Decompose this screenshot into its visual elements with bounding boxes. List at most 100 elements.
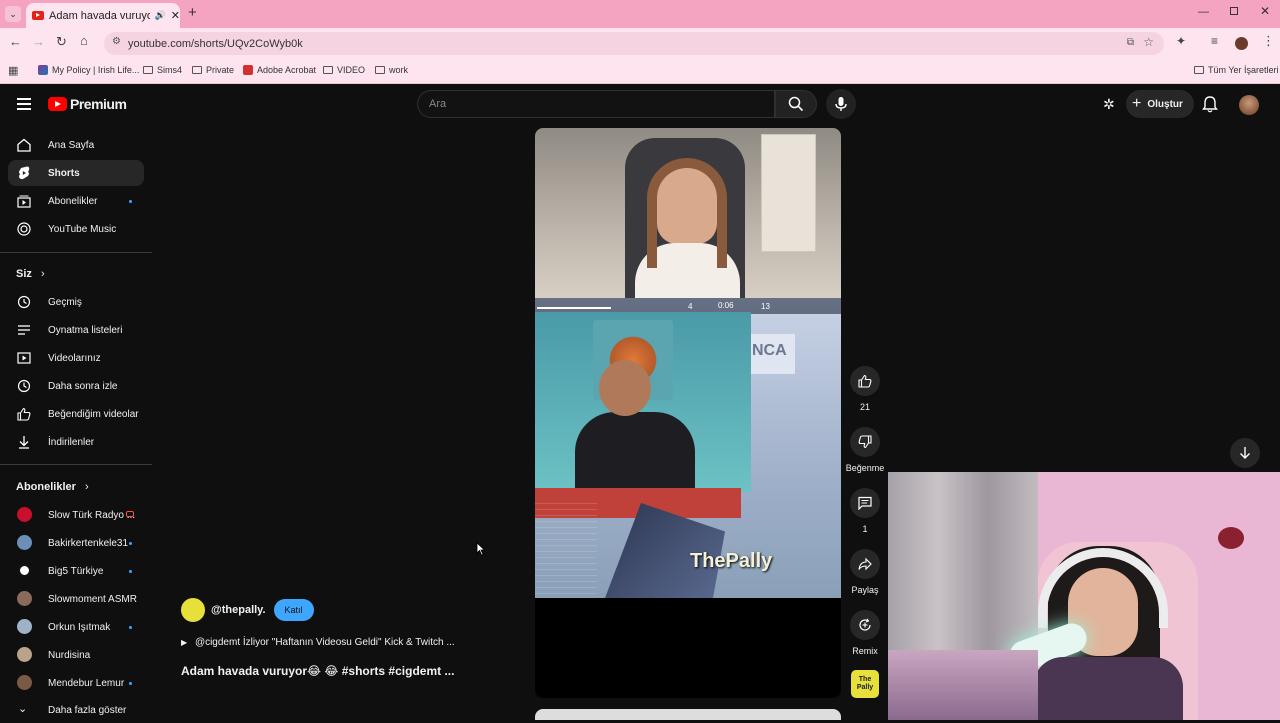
sidebar: Ana Sayfa Shorts Abonelikler YouTube Mus… <box>0 128 152 720</box>
youtube-logo[interactable]: Premium <box>48 96 127 112</box>
reload-icon[interactable]: ↻ <box>56 34 67 50</box>
sidebar-item-label: Daha sonra izle <box>48 380 118 392</box>
sidebar-subscription-channel[interactable]: Nurdisina <box>8 642 144 668</box>
hamburger-menu-icon[interactable] <box>17 98 31 110</box>
sidebar-item-history[interactable]: Geçmiş <box>8 289 144 315</box>
address-bar[interactable]: ⚙ youtube.com/shorts/UQv2CoWyb0k ⧉ ☆ <box>104 32 1164 55</box>
bookmark-item[interactable]: work <box>375 65 408 75</box>
share-button[interactable]: Paylaş <box>845 549 885 595</box>
all-bookmarks[interactable]: Tüm Yer İşaretleri <box>1194 65 1279 75</box>
sidebar-subscription-channel[interactable]: Mendebur Lemur <box>8 670 144 696</box>
channel-avatar <box>17 591 32 606</box>
site-info-icon[interactable]: ⚙ <box>112 36 121 47</box>
sidebar-item-your-videos[interactable]: Videolarınız <box>8 345 144 371</box>
audio-channel-thumbnail[interactable]: The Pally <box>851 670 879 698</box>
playlists-icon <box>18 325 30 335</box>
media-control-icon[interactable]: ≡ <box>1211 34 1218 48</box>
comments-button[interactable]: 1 <box>845 488 885 534</box>
forward-icon[interactable]: → <box>32 34 45 49</box>
install-app-icon[interactable]: ⧉ <box>1127 37 1134 48</box>
short-title[interactable]: Adam havada vuruyor😂 😂 #shorts #cigdemt … <box>181 664 454 678</box>
create-button[interactable]: + Oluştur <box>1126 90 1194 118</box>
join-button[interactable]: Katıl <box>273 599 314 621</box>
home-browser-icon[interactable]: ⌂ <box>80 33 88 48</box>
shelf <box>761 134 816 252</box>
browser-menu-icon[interactable]: ⋮ <box>1262 33 1275 49</box>
channel-handle[interactable]: @thepally. <box>211 604 266 616</box>
profile-avatar[interactable] <box>1235 37 1248 50</box>
new-content-dot <box>129 542 132 545</box>
search-input[interactable]: Ara <box>417 90 775 118</box>
section-title: Abonelikler <box>16 481 76 493</box>
close-window-icon[interactable]: ✕ <box>1260 4 1270 18</box>
bookmark-item[interactable]: VIDEO <box>323 65 365 75</box>
minimize-icon[interactable]: — <box>1198 6 1209 18</box>
bookmark-item[interactable]: Sims4 <box>143 65 182 75</box>
sidebar-subscription-channel[interactable]: Bakirkertenkele31 <box>8 530 144 556</box>
search-icon <box>788 96 804 112</box>
channel-name: Slowmoment ASMR <box>48 593 137 605</box>
sidebar-item-liked-videos[interactable]: Beğendiğim videolar <box>8 401 144 427</box>
share-label: Paylaş <box>851 585 879 595</box>
browser-tab[interactable]: Adam havada vuruyor😂 😂 🔊 ✕ <box>26 3 180 28</box>
bookmark-item[interactable]: Adobe Acrobat <box>243 65 316 75</box>
next-short-preview[interactable] <box>535 709 841 720</box>
comment-icon <box>858 496 872 510</box>
account-avatar[interactable] <box>1239 95 1259 115</box>
shorts-player[interactable]: 4 0:06 13 NCA ThePally <box>535 128 841 698</box>
desk-items <box>888 650 1038 720</box>
sidebar-item-watch-later[interactable]: Daha sonra izle <box>8 373 144 399</box>
sidebar-item-shorts[interactable]: Shorts <box>8 160 144 186</box>
channel-avatar[interactable] <box>181 598 205 622</box>
downloads-icon <box>19 436 29 449</box>
back-icon[interactable]: ← <box>9 34 22 49</box>
sidebar-item-home[interactable]: Ana Sayfa <box>8 132 144 158</box>
studio-icon[interactable]: ✲ <box>1103 96 1115 113</box>
acrobat-icon <box>243 65 253 75</box>
sidebar-item-label: YouTube Music <box>48 223 117 235</box>
watermark: ThePally <box>690 550 773 572</box>
sidebar-subscription-channel[interactable]: Orkun Işıtmak <box>8 614 144 640</box>
short-description[interactable]: ▶ @cigdemt İzliyor "Haftanın Videosu Gel… <box>181 637 455 648</box>
new-content-dot <box>129 682 132 685</box>
close-tab-icon[interactable]: ✕ <box>171 9 180 22</box>
divider <box>0 252 152 253</box>
sidebar-subscription-channel[interactable]: Slow Türk Radyo ... <box>8 502 144 528</box>
voice-search-button[interactable] <box>826 89 856 119</box>
restore-icon[interactable] <box>1230 7 1238 15</box>
wall-decoration <box>1218 527 1244 549</box>
bookmark-star-icon[interactable]: ☆ <box>1143 35 1154 49</box>
apps-grid-icon[interactable]: ▦ <box>8 64 18 77</box>
bookmark-item[interactable]: My Policy | Irish Life... <box>38 65 139 75</box>
you-section-header[interactable]: Siz › <box>16 268 45 280</box>
dislike-button[interactable]: Beğenme <box>845 427 885 473</box>
sidebar-subscription-channel[interactable]: Big5 Türkiye <box>8 558 144 584</box>
sidebar-item-youtube-music[interactable]: YouTube Music <box>8 216 144 242</box>
search-button[interactable] <box>775 90 817 118</box>
create-label: Oluştur <box>1147 98 1183 110</box>
new-tab-icon[interactable]: + <box>188 4 197 21</box>
sidebar-item-playlists[interactable]: Oynatma listeleri <box>8 317 144 343</box>
channel-name: Bakirkertenkele31 <box>48 537 129 549</box>
sidebar-item-subscriptions[interactable]: Abonelikler <box>8 188 144 214</box>
arrow-down-icon <box>1240 447 1250 459</box>
sidebar-item-downloads[interactable]: İndirilenler <box>8 429 144 455</box>
url-text: youtube.com/shorts/UQv2CoWyb0k <box>128 37 303 50</box>
sidebar-subscription-channel[interactable]: Slowmoment ASMR <box>8 586 144 612</box>
tab-list-icon[interactable]: ⌄ <box>5 6 21 22</box>
subscriptions-section-header[interactable]: Abonelikler › <box>16 481 89 493</box>
remix-button[interactable]: Remix <box>845 610 885 656</box>
next-short-button[interactable] <box>1230 438 1260 468</box>
like-button[interactable]: 21 <box>845 366 885 412</box>
audio-icon[interactable]: 🔊 <box>155 10 166 21</box>
show-more-label: Daha fazla göster <box>48 704 127 716</box>
dislike-label: Beğenme <box>845 463 885 473</box>
extensions-icon[interactable]: ✦ <box>1176 34 1186 48</box>
bookmark-item[interactable]: Private <box>192 65 234 75</box>
notifications-icon[interactable] <box>1202 96 1218 113</box>
bookmarks-bar: ▦ My Policy | Irish Life... Sims4 Privat… <box>0 59 1280 84</box>
show-more-button[interactable]: ⌄ Daha fazla göster <box>8 697 144 723</box>
shorts-icon <box>19 166 30 180</box>
remix-label: Remix <box>852 646 878 656</box>
video-game-footage: 4 0:06 13 NCA ThePally <box>535 298 841 598</box>
